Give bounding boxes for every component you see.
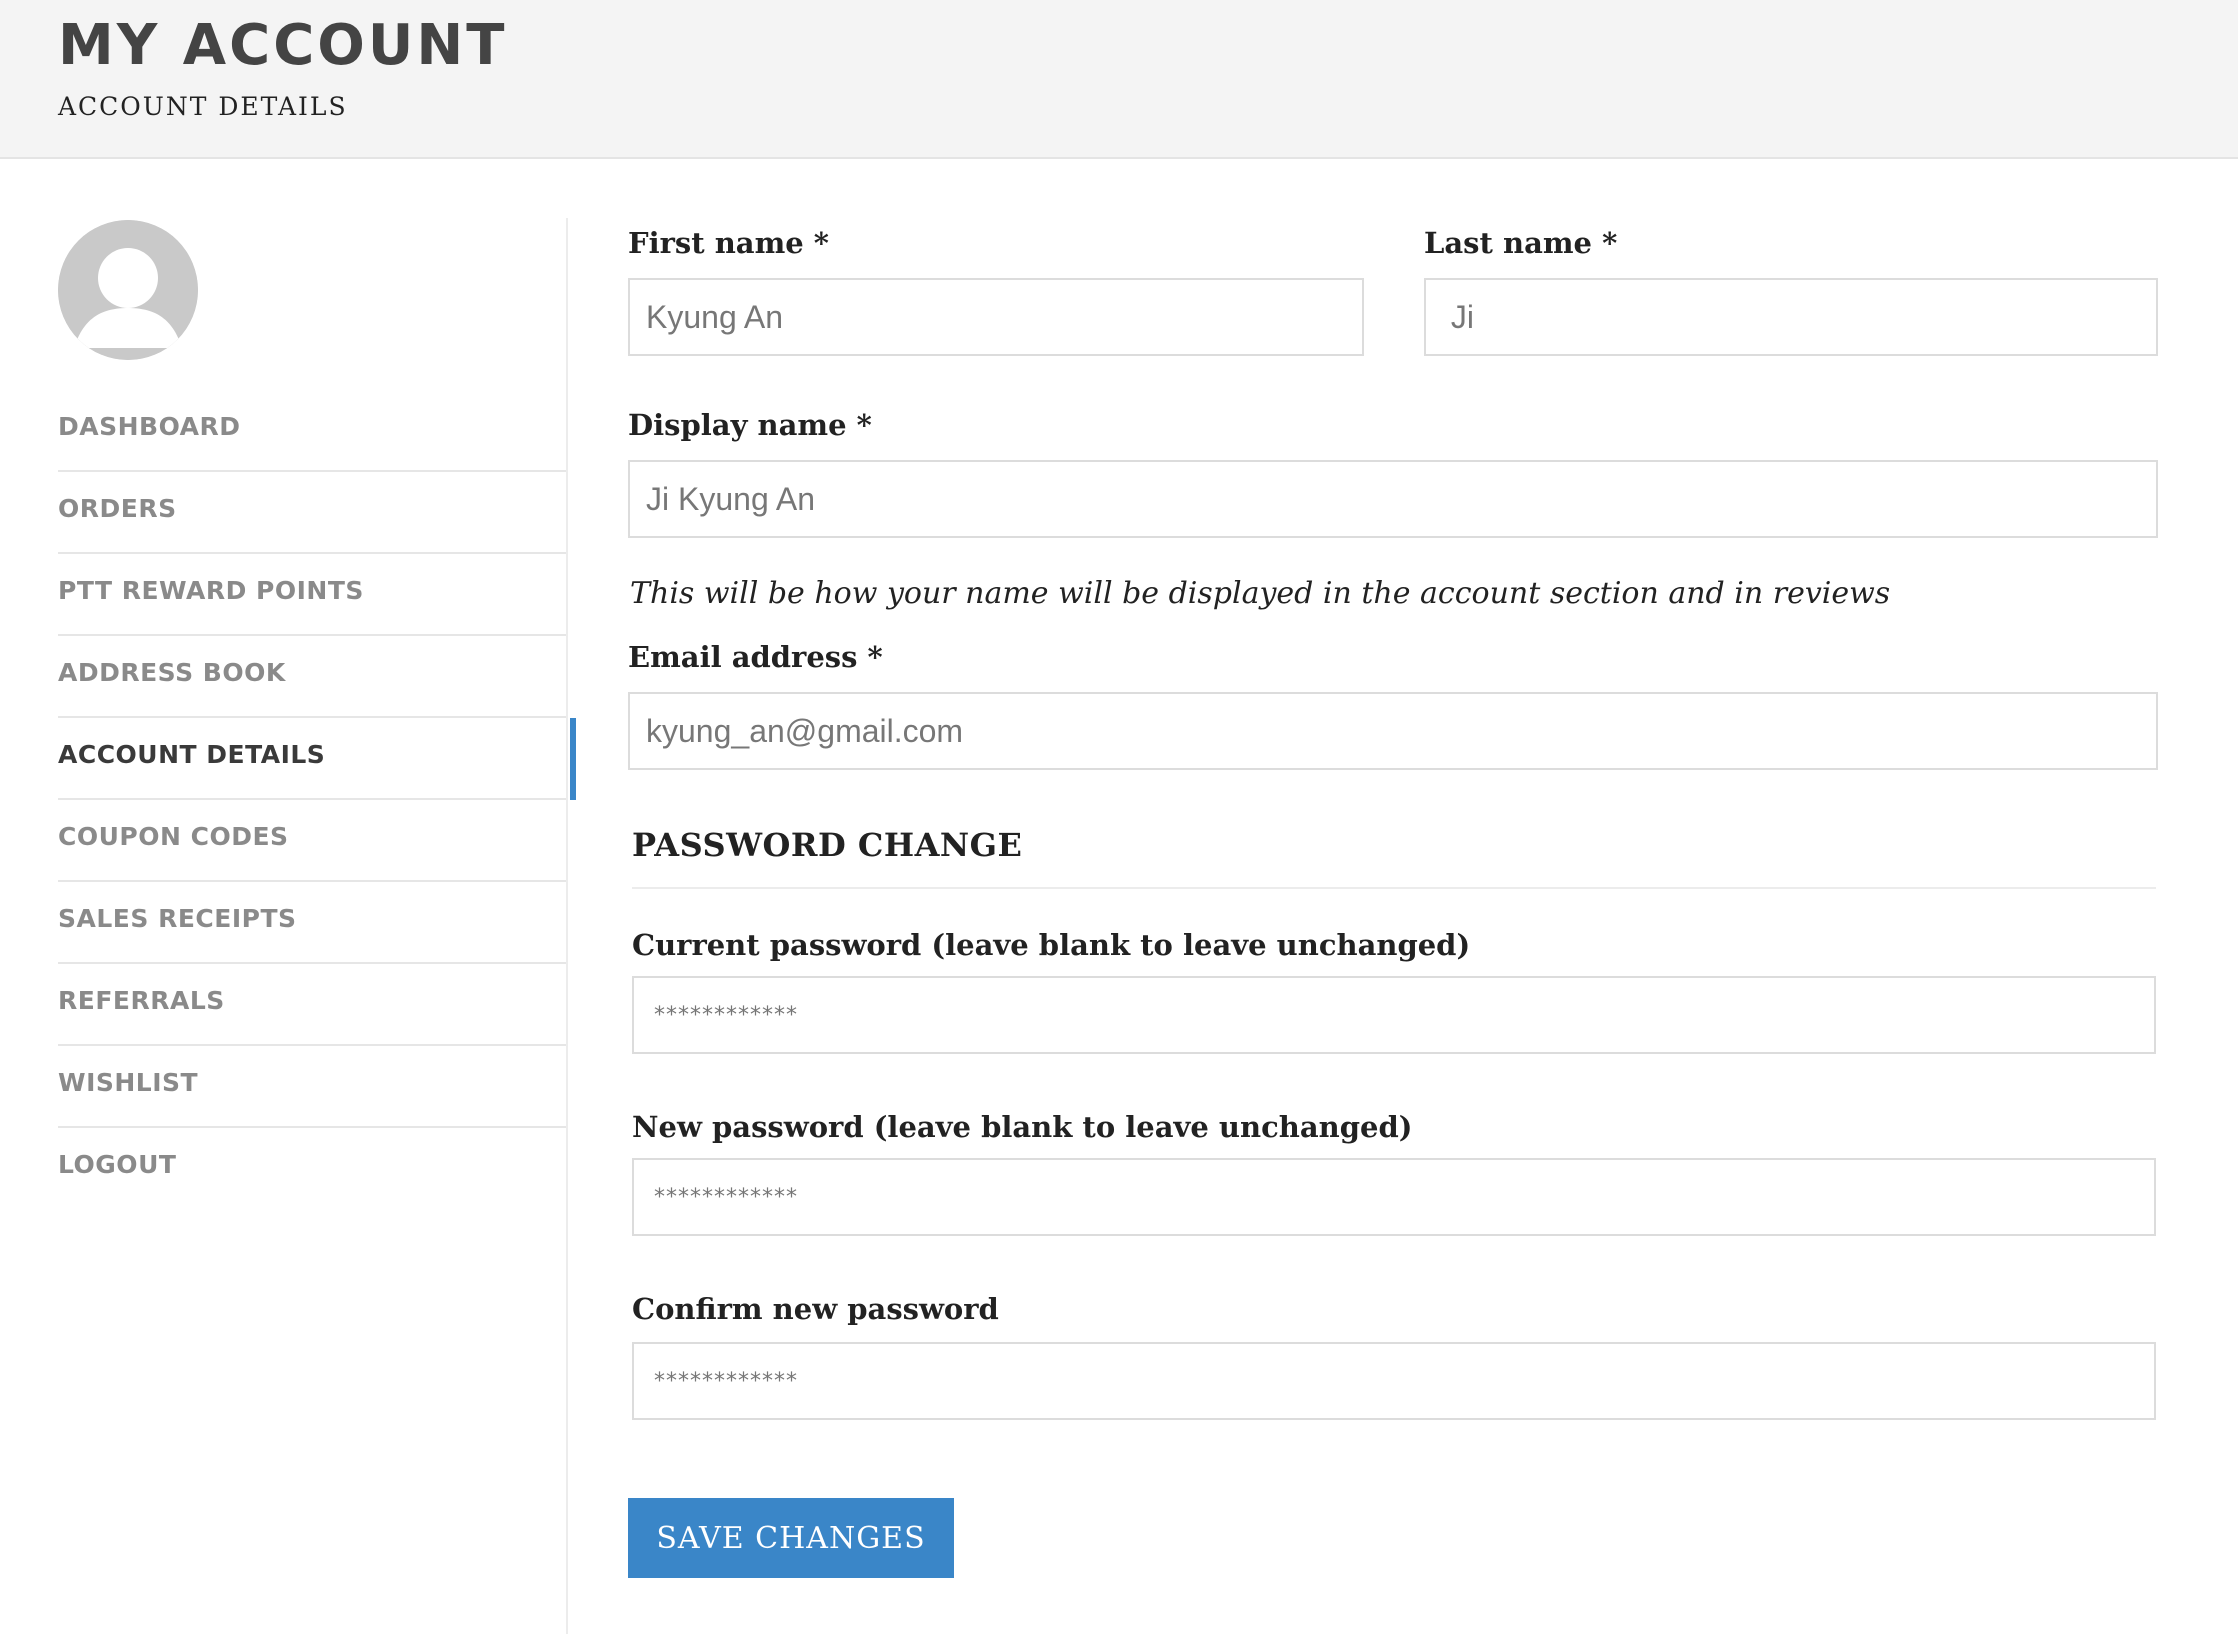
confirm-password-field[interactable]	[632, 1342, 2156, 1420]
sidebar-item-label: ACCOUNT DETAILS	[58, 740, 326, 769]
sidebar-item-label: WISHLIST	[58, 1068, 199, 1097]
page-header: MY ACCOUNT ACCOUNT DETAILS	[0, 0, 2238, 159]
account-nav: DASHBOARD ORDERS PTT REWARD POINTS ADDRE…	[58, 390, 576, 1210]
password-change-heading: PASSWORD CHANGE	[632, 826, 1023, 864]
sidebar-item-label: ADDRESS BOOK	[58, 658, 286, 687]
sidebar-item-orders[interactable]: ORDERS	[58, 472, 568, 554]
section-divider	[632, 887, 2156, 889]
display-name-field[interactable]	[628, 460, 2158, 538]
sidebar-item-label: COUPON CODES	[58, 822, 289, 851]
confirm-password-label: Confirm new password	[632, 1292, 999, 1326]
sidebar-item-coupon-codes[interactable]: COUPON CODES	[58, 800, 568, 882]
sidebar-divider	[566, 218, 568, 1634]
sidebar-item-label: REFERRALS	[58, 986, 225, 1015]
sidebar-item-label: PTT REWARD POINTS	[58, 576, 364, 605]
new-password-label: New password (leave blank to leave uncha…	[632, 1110, 1413, 1144]
sidebar-item-referrals[interactable]: REFERRALS	[58, 964, 568, 1046]
page-title: MY ACCOUNT	[58, 13, 508, 78]
sidebar-item-logout[interactable]: LOGOUT	[58, 1128, 568, 1210]
first-name-field[interactable]	[628, 278, 1364, 356]
email-label: Email address *	[628, 640, 883, 674]
first-name-label: First name *	[628, 226, 829, 260]
avatar	[58, 220, 198, 360]
last-name-field[interactable]	[1424, 278, 2158, 356]
sidebar-item-wishlist[interactable]: WISHLIST	[58, 1046, 568, 1128]
sidebar-item-address-book[interactable]: ADDRESS BOOK	[58, 636, 568, 718]
sidebar-item-account-details[interactable]: ACCOUNT DETAILS	[58, 718, 576, 800]
sidebar-item-dashboard[interactable]: DASHBOARD	[58, 390, 568, 472]
new-password-field[interactable]	[632, 1158, 2156, 1236]
current-password-field[interactable]	[632, 976, 2156, 1054]
sidebar-item-label: ORDERS	[58, 494, 177, 523]
sidebar-item-label: SALES RECEIPTS	[58, 904, 297, 933]
sidebar-item-sales-receipts[interactable]: SALES RECEIPTS	[58, 882, 568, 964]
current-password-label: Current password (leave blank to leave u…	[632, 928, 1471, 962]
page-subtitle: ACCOUNT DETAILS	[58, 92, 348, 121]
user-silhouette-icon	[58, 220, 198, 360]
last-name-label: Last name *	[1424, 226, 1618, 260]
email-field[interactable]	[628, 692, 2158, 770]
sidebar-item-label: LOGOUT	[58, 1150, 177, 1179]
sidebar-item-label: DASHBOARD	[58, 412, 241, 441]
sidebar-item-reward-points[interactable]: PTT REWARD POINTS	[58, 554, 568, 636]
display-name-label: Display name *	[628, 408, 872, 442]
display-name-help: This will be how your name will be displ…	[630, 576, 1891, 611]
save-changes-button[interactable]: SAVE CHANGES	[628, 1498, 954, 1578]
